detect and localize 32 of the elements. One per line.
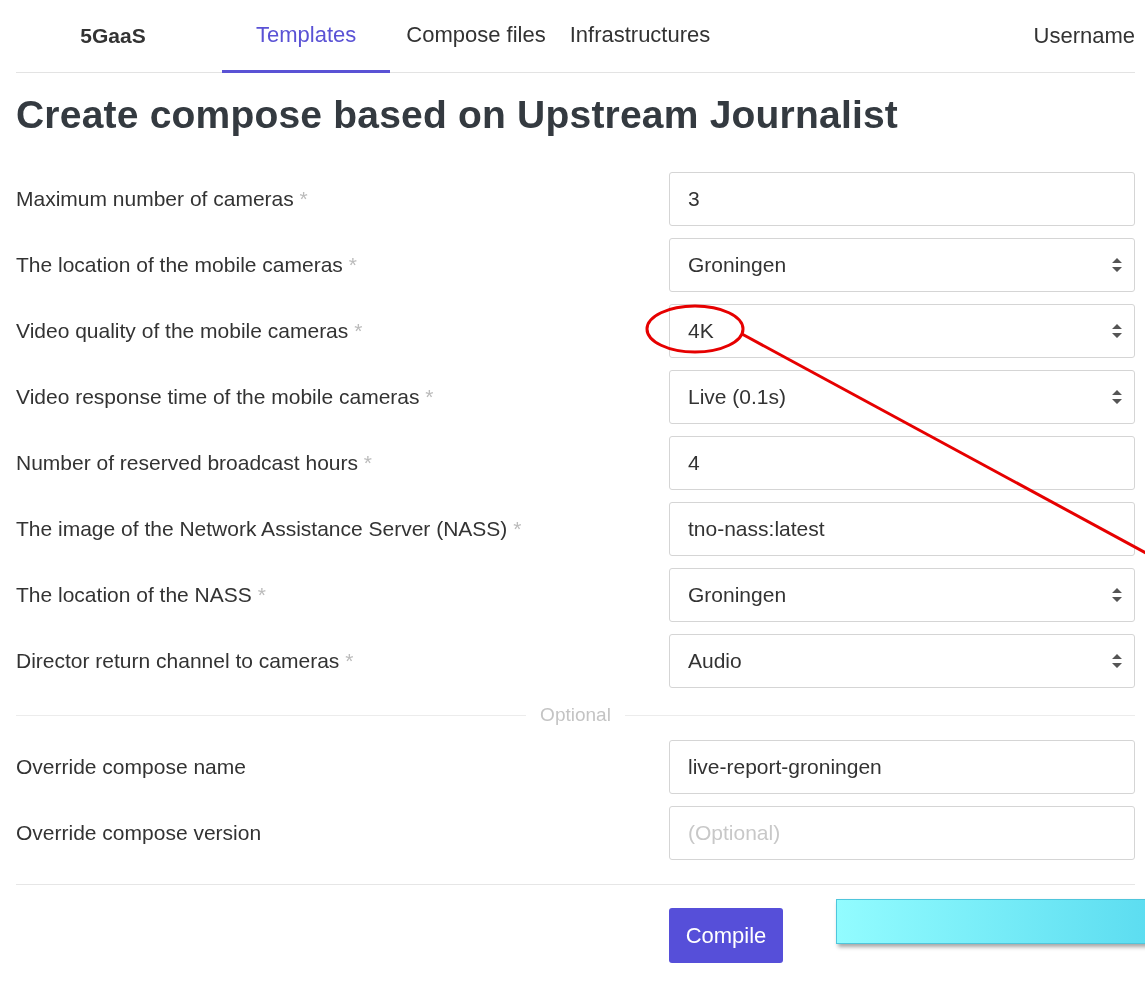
nav-tab[interactable]: Infrastructures	[561, 0, 719, 73]
page-title: Create compose based on Upstream Journalist	[16, 93, 900, 138]
select-field[interactable]: Live (0.1s)	[669, 370, 1135, 424]
username-link[interactable]: Username	[1033, 0, 1135, 72]
field-label: The location of the NASS *	[16, 583, 267, 607]
input-field[interactable]: tno-nass:latest	[669, 502, 1135, 556]
up-down-caret-icon	[1112, 324, 1122, 338]
field-label: Override compose version	[16, 821, 263, 845]
section-divider-label: Optional	[540, 704, 611, 726]
input-field[interactable]: 4	[669, 436, 1135, 490]
field-label: Override compose name	[16, 755, 247, 779]
select-field[interactable]: Groningen	[669, 238, 1135, 292]
input-field[interactable]: live-report-groningen	[669, 740, 1135, 794]
up-down-caret-icon	[1112, 654, 1122, 668]
compile-button[interactable]: Compile	[669, 908, 783, 963]
field-label: Number of reserved broadcast hours *	[16, 451, 374, 475]
up-down-caret-icon	[1112, 390, 1122, 404]
field-label: Maximum number of cameras *	[16, 187, 309, 211]
field-label: The location of the mobile cameras *	[16, 253, 358, 277]
select-field[interactable]: Groningen	[669, 568, 1135, 622]
up-down-caret-icon	[1112, 258, 1122, 272]
brand-link[interactable]: 5GaaS	[16, 0, 222, 72]
input-field[interactable]: 3	[669, 172, 1135, 226]
field-label: The image of the Network Assistance Server (NASS) *	[16, 517, 523, 541]
select-field[interactable]: Audio	[669, 634, 1135, 688]
field-label: Director return channel to cameras *	[16, 649, 355, 673]
up-down-caret-icon	[1112, 588, 1122, 602]
field-label: Video quality of the mobile cameras *	[16, 319, 364, 343]
select-field[interactable]: 4K	[669, 304, 1135, 358]
field-label: Video response time of the mobile cameras *	[16, 385, 435, 409]
nav-tab[interactable]: Compose files	[398, 0, 554, 73]
nav-tab[interactable]: Templates	[222, 0, 391, 73]
